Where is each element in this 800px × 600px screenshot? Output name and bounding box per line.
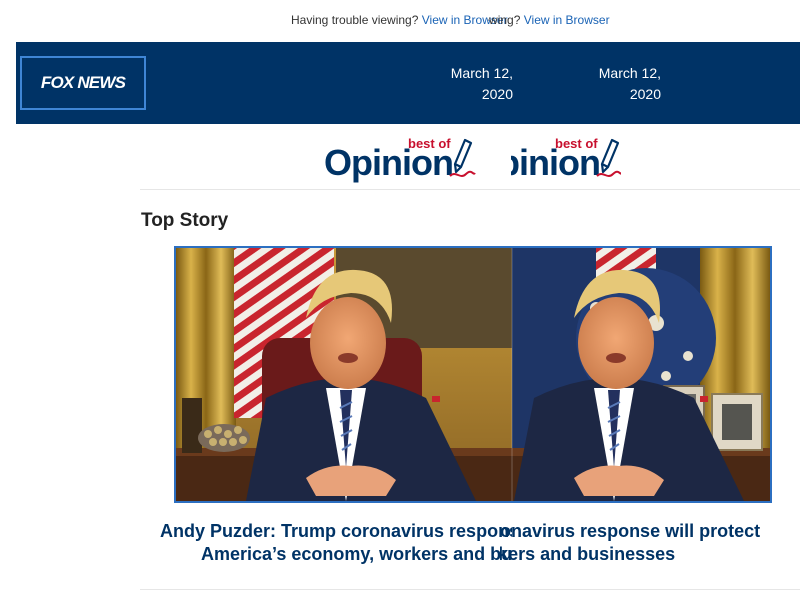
header-date-duplicate: March 12, 2020 bbox=[584, 63, 661, 105]
pen-icon-duplicate bbox=[596, 138, 621, 177]
top-story-headline[interactable]: Andy Puzder: Trump coronavirus response … bbox=[160, 520, 512, 566]
story-photo-illustration bbox=[176, 248, 770, 501]
header-bar: FOX NEWS March 12, 2020 March 12, 2020 bbox=[16, 42, 800, 124]
headline-line2-duplicate[interactable]: America’s economy, workers and businesse… bbox=[500, 543, 800, 566]
preheader-trouble-line-duplicate: Having trouble viewing? View in Browser bbox=[488, 13, 658, 27]
best-of-opinion-logo-duplicate: Opinion best of bbox=[511, 134, 621, 184]
best-of-opinion-logo: Opinion best of bbox=[322, 134, 476, 184]
preheader-trouble-text-duplicate: Having trouble viewing? bbox=[488, 13, 521, 27]
divider-bottom bbox=[140, 589, 800, 590]
headline-line2[interactable]: America’s economy, workers and businesse… bbox=[160, 543, 512, 566]
top-story-image[interactable] bbox=[174, 246, 772, 503]
fox-news-logo[interactable]: FOX NEWS bbox=[20, 56, 146, 110]
section-title: Top Story bbox=[141, 210, 229, 231]
best-of-tag: best of bbox=[408, 136, 451, 151]
preheader-trouble-line: Having trouble viewing? View in Browser bbox=[291, 13, 511, 27]
header-date: March 12, 2020 bbox=[440, 63, 513, 105]
date-line1: March 12, bbox=[450, 65, 513, 81]
top-story-headline-duplicate[interactable]: Andy Puzder: Trump coronavirus response … bbox=[500, 520, 800, 566]
pen-icon bbox=[449, 138, 476, 177]
divider bbox=[140, 189, 800, 190]
headline-line1[interactable]: Andy Puzder: Trump coronavirus response … bbox=[160, 520, 512, 543]
headline-line1-duplicate[interactable]: Andy Puzder: Trump coronavirus response … bbox=[500, 520, 800, 543]
logo-text: FOX NEWS bbox=[40, 73, 126, 92]
email-viewport: Having trouble viewing? View in Browser … bbox=[0, 0, 800, 600]
best-of-tag-duplicate: best of bbox=[555, 136, 598, 151]
date-line1-duplicate: March 12, bbox=[598, 65, 661, 81]
preheader-trouble-text: Having trouble viewing? bbox=[291, 13, 419, 27]
date-line2: 2020 bbox=[481, 86, 513, 102]
date-line2-duplicate: 2020 bbox=[629, 86, 661, 102]
view-in-browser-link-duplicate[interactable]: View in Browser bbox=[524, 13, 610, 27]
